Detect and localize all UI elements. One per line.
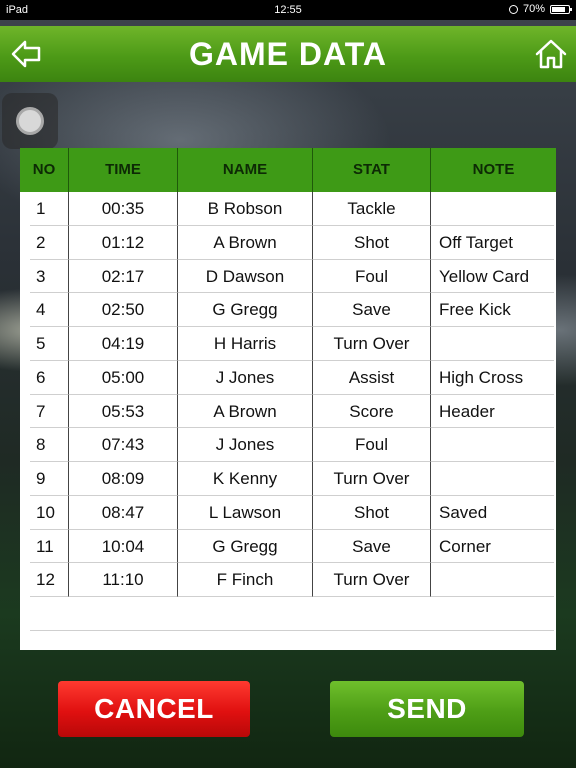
cell-time: 05:00 <box>69 360 178 395</box>
cell-no: 11 <box>30 529 69 564</box>
table-row[interactable]: 7 05:53 A Brown Score Header <box>20 394 556 429</box>
cell-name: D Dawson <box>178 259 313 294</box>
cell-time: 01:12 <box>69 225 178 260</box>
cell-name: G Gregg <box>178 293 313 327</box>
cell-name: K Kenny <box>178 462 313 496</box>
status-right: 70% <box>508 3 572 15</box>
cell-no: 9 <box>30 462 69 496</box>
cell-time: 08:09 <box>69 462 178 496</box>
cell-name: A Brown <box>178 225 313 260</box>
column-header-note[interactable]: NOTE <box>431 148 556 192</box>
cell-note: Saved <box>431 496 554 530</box>
cell-time: 07:43 <box>69 428 178 462</box>
cell-name: L Lawson <box>178 495 313 530</box>
cell-no: 5 <box>30 327 69 361</box>
cell-stat: Shot <box>313 225 431 260</box>
status-time: 12:55 <box>274 4 302 16</box>
cell-note: Header <box>431 395 554 429</box>
cell-no: 7 <box>30 394 69 429</box>
table-row[interactable]: 4 02:50 G Gregg Save Free Kick <box>20 293 556 327</box>
cell-name: G Gregg <box>178 529 313 564</box>
cell-stat: Tackle <box>313 192 431 226</box>
cell-note <box>431 192 554 226</box>
home-icon[interactable] <box>534 37 568 71</box>
cell-no: 2 <box>30 225 69 260</box>
cell-time: 02:50 <box>69 293 178 327</box>
cell-time: 02:17 <box>69 259 178 294</box>
table-row[interactable]: 1 00:35 B Robson Tackle <box>20 192 556 226</box>
table-row[interactable]: 2 01:12 A Brown Shot Off Target <box>20 225 556 260</box>
cell-no: 4 <box>30 293 69 327</box>
cell-no: 6 <box>30 360 69 395</box>
cell-time: 10:04 <box>69 529 178 564</box>
cell-stat: Shot <box>313 495 431 530</box>
assistive-touch-dot <box>16 107 44 135</box>
send-button[interactable]: SEND <box>330 681 524 737</box>
cell-time: 05:53 <box>69 394 178 429</box>
cell-time: 04:19 <box>69 327 178 361</box>
cell-name: A Brown <box>178 394 313 429</box>
assistive-touch-icon[interactable] <box>2 93 58 149</box>
cell-no: 3 <box>30 259 69 294</box>
table-row[interactable]: 10 08:47 L Lawson Shot Saved <box>20 495 556 530</box>
table-header: NO TIME NAME STAT NOTE <box>20 148 556 192</box>
column-header-time[interactable]: TIME <box>69 148 178 192</box>
cell-stat: Save <box>313 529 431 564</box>
cell-note <box>431 428 554 462</box>
header-bar: GAME DATA <box>0 26 576 82</box>
game-data-table: NO TIME NAME STAT NOTE 1 00:35 B Robson Tac… <box>20 148 556 650</box>
column-header-name[interactable]: NAME <box>178 148 313 192</box>
table-body: 1 00:35 B Robson Tackle 2 01:12 A Brown Shot Off… <box>20 192 556 631</box>
cell-note: Free Kick <box>431 293 554 327</box>
cell-stat: Turn Over <box>313 327 431 361</box>
cell-name: B Robson <box>178 192 313 226</box>
empty-cell <box>30 597 554 631</box>
cell-stat: Turn Over <box>313 563 431 597</box>
cell-stat: Foul <box>313 428 431 462</box>
cell-note <box>431 327 554 361</box>
cell-note: Corner <box>431 530 554 564</box>
column-header-no[interactable]: NO <box>20 148 69 192</box>
cell-name: F Finch <box>178 563 313 597</box>
cell-time: 08:47 <box>69 495 178 530</box>
table-row[interactable]: 8 07:43 J Jones Foul <box>20 428 556 462</box>
cell-note <box>431 563 554 597</box>
cell-time: 11:10 <box>69 563 178 597</box>
cell-no: 8 <box>30 428 69 462</box>
cell-stat: Save <box>313 293 431 327</box>
cancel-button[interactable]: CANCEL <box>58 681 250 737</box>
cell-stat: Score <box>313 394 431 429</box>
cell-no: 12 <box>30 563 69 597</box>
table-row-empty[interactable] <box>30 597 554 631</box>
table-row[interactable]: 3 02:17 D Dawson Foul Yellow Card <box>20 259 556 294</box>
table-row[interactable]: 12 11:10 F Finch Turn Over <box>20 563 556 597</box>
table-row[interactable]: 6 05:00 J Jones Assist High Cross <box>20 360 556 395</box>
cell-note: Yellow Card <box>431 260 554 294</box>
page-title: GAME DATA <box>188 36 387 72</box>
table-row[interactable]: 5 04:19 H Harris Turn Over <box>20 327 556 361</box>
battery-icon <box>550 4 572 14</box>
status-bar: iPad 12:55 70% <box>0 0 576 20</box>
cell-no: 10 <box>30 495 69 530</box>
cell-note: Off Target <box>431 226 554 260</box>
battery-percent: 70% <box>522 3 545 15</box>
cell-name: J Jones <box>178 428 313 462</box>
cell-stat: Foul <box>313 259 431 294</box>
cell-stat: Turn Over <box>313 462 431 496</box>
cell-note <box>431 462 554 496</box>
cell-note: High Cross <box>431 361 554 395</box>
cell-name: J Jones <box>178 360 313 395</box>
table-row[interactable]: 9 08:09 K Kenny Turn Over <box>20 462 556 496</box>
cell-no: 1 <box>30 192 69 226</box>
cell-stat: Assist <box>313 360 431 395</box>
table-row[interactable]: 11 10:04 G Gregg Save Corner <box>20 529 556 564</box>
cell-name: H Harris <box>178 327 313 361</box>
rotation-lock-icon <box>508 4 518 14</box>
column-header-stat[interactable]: STAT <box>313 148 431 192</box>
cell-time: 00:35 <box>69 192 178 226</box>
